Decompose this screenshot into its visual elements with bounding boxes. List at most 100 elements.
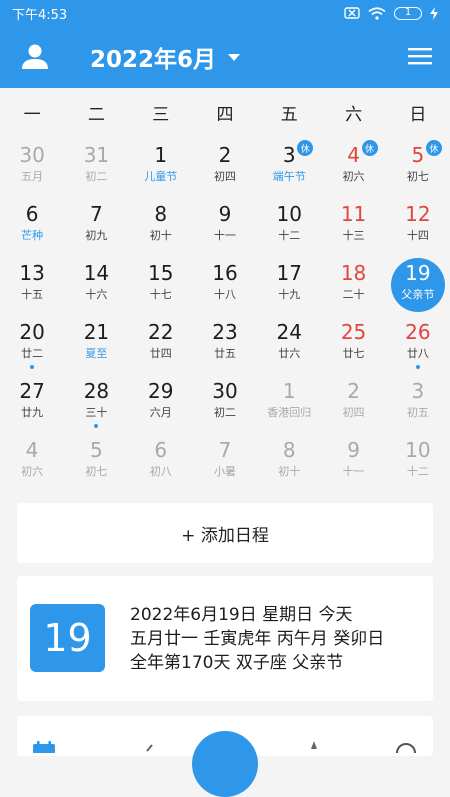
today-lunar-line: 五月廿一 壬寅虎年 丙午月 癸卯日: [130, 629, 385, 649]
day-lunar-label: 父亲节: [401, 288, 435, 301]
day-cell[interactable]: 22 廿四: [129, 315, 193, 374]
day-lunar-label: 香港回归: [267, 406, 312, 419]
add-event-button[interactable]: + 添加日程: [17, 503, 433, 563]
day-cell[interactable]: 23 廿五: [193, 315, 257, 374]
day-cell[interactable]: 6 初八: [129, 433, 193, 492]
day-cell[interactable]: 12 十四: [386, 197, 450, 256]
day-number: 10: [405, 438, 431, 462]
day-cell[interactable]: 25 廿七: [321, 315, 385, 374]
day-cell[interactable]: 7 初九: [64, 197, 128, 256]
day-cell[interactable]: 31 初二: [64, 138, 128, 197]
day-cell[interactable]: 2 初四: [193, 138, 257, 197]
day-cell[interactable]: 8 初十: [129, 197, 193, 256]
day-cell[interactable]: 3 初五: [386, 374, 450, 433]
day-lunar-label: 小暑: [213, 465, 236, 478]
day-number: 20: [19, 320, 45, 344]
weekday-header: 一 二 三 四 五 六 日: [0, 95, 450, 129]
calendar-grid: 30 五月 31 初二 1 儿童节 2 初四 3 端午节休 4 初六休 5 初七休 6 芒种 7 初九 8 初十 9 十一…: [0, 138, 450, 492]
day-number: 10: [276, 202, 302, 226]
day-cell[interactable]: 27 廿九: [0, 374, 64, 433]
day-cell[interactable]: 26 廿八: [386, 315, 450, 374]
weekday-tue: 二: [87, 104, 105, 125]
fab-button[interactable]: [192, 731, 258, 797]
day-cell-selected[interactable]: 19 父亲节: [386, 256, 450, 315]
day-cell[interactable]: 17 十九: [257, 256, 321, 315]
day-cell[interactable]: 11 十三: [321, 197, 385, 256]
day-number: 2: [347, 379, 360, 403]
day-lunar-label: 三十: [85, 406, 108, 419]
day-lunar-label: 十七: [149, 288, 172, 301]
day-cell[interactable]: 2 初四: [321, 374, 385, 433]
star-tab-icon[interactable]: [302, 741, 326, 753]
today-info-card: 19 2022年6月19日 星期日 今天 五月廿一 壬寅虎年 丙午月 癸卯日 全…: [17, 576, 433, 701]
day-cell[interactable]: 28 三十: [64, 374, 128, 433]
day-lunar-label: 十六: [85, 288, 108, 301]
day-cell[interactable]: 10 十二: [386, 433, 450, 492]
day-number: 1: [154, 143, 168, 167]
day-number: 18: [340, 261, 367, 285]
day-cell[interactable]: 8 初十: [257, 433, 321, 492]
day-cell[interactable]: 16 十八: [193, 256, 257, 315]
day-lunar-label: 廿五: [213, 347, 236, 360]
calendar-tab-icon[interactable]: [32, 741, 56, 753]
clock-tab-icon[interactable]: [394, 741, 418, 753]
day-cell[interactable]: 5 初七: [64, 433, 128, 492]
day-cell[interactable]: 4 初六: [0, 433, 64, 492]
day-lunar-label: 初二: [213, 406, 236, 419]
month-selector[interactable]: 2022年6月: [90, 40, 241, 74]
day-lunar-label: 十一: [342, 465, 365, 478]
day-cell[interactable]: 21 夏至: [64, 315, 128, 374]
day-cell[interactable]: 24 廿六: [257, 315, 321, 374]
day-cell[interactable]: 18 二十: [321, 256, 385, 315]
day-cell[interactable]: 15 十七: [129, 256, 193, 315]
menu-button[interactable]: [408, 46, 432, 66]
day-number: 16: [212, 261, 238, 285]
day-number: 30: [19, 143, 45, 167]
back-tab-icon[interactable]: [138, 741, 162, 753]
day-number: 30: [212, 379, 238, 403]
day-number: 3: [411, 379, 425, 403]
day-cell[interactable]: 6 芒种: [0, 197, 64, 256]
day-number: 9: [347, 438, 360, 462]
day-cell[interactable]: 14 十六: [64, 256, 128, 315]
day-number: 8: [154, 202, 168, 226]
day-cell[interactable]: 1 儿童节: [129, 138, 193, 197]
day-cell[interactable]: 30 五月: [0, 138, 64, 197]
day-cell[interactable]: 9 十一: [321, 433, 385, 492]
day-lunar-label: 十二: [278, 229, 301, 242]
day-cell[interactable]: 3 端午节 休: [257, 138, 321, 197]
day-number: 31: [83, 143, 110, 167]
day-cell[interactable]: 10 十二: [257, 197, 321, 256]
day-number: 4: [25, 438, 39, 462]
day-lunar-label: 芒种: [21, 229, 44, 242]
day-lunar-label: 十八: [213, 288, 236, 301]
day-number: 24: [276, 320, 302, 344]
day-lunar-label: 十九: [278, 288, 301, 301]
day-lunar-label: 初十: [278, 465, 301, 478]
day-lunar-label: 廿七: [342, 347, 365, 360]
day-number: 22: [147, 320, 174, 344]
day-number: 15: [147, 261, 174, 285]
day-cell[interactable]: 9 十一: [193, 197, 257, 256]
day-lunar-label: 夏至: [85, 347, 108, 360]
day-cell[interactable]: 4 初六 休: [321, 138, 385, 197]
day-cell[interactable]: 7 小暑: [193, 433, 257, 492]
day-number: 13: [19, 261, 45, 285]
day-cell[interactable]: 13 十五: [0, 256, 64, 315]
day-cell[interactable]: 20 廿二: [0, 315, 64, 374]
day-lunar-label: 十一: [213, 229, 236, 242]
holiday-rest-badge: 休: [361, 140, 378, 156]
day-lunar-label: 初九: [85, 229, 108, 242]
day-cell[interactable]: 5 初七 休: [386, 138, 450, 197]
day-number: 4: [347, 143, 360, 167]
day-lunar-label: 十三: [342, 229, 365, 242]
day-number: 8: [282, 438, 296, 462]
day-cell[interactable]: 1 香港回归: [257, 374, 321, 433]
day-number: 29: [147, 379, 174, 403]
weekday-sat: 六: [345, 104, 363, 125]
day-lunar-label: 儿童节: [144, 170, 178, 183]
event-dot: [94, 424, 99, 428]
day-cell[interactable]: 29 六月: [129, 374, 193, 433]
day-cell[interactable]: 30 初二: [193, 374, 257, 433]
profile-button[interactable]: [20, 42, 50, 72]
